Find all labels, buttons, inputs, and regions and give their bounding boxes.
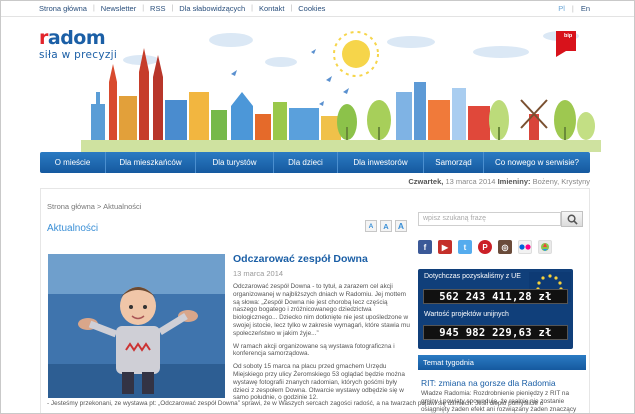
bip-label: bip (564, 33, 573, 39)
font-size-medium[interactable]: A (380, 220, 392, 232)
top-nav: Strona główna | Newsletter | RSS | Dla s… (39, 4, 326, 13)
lang-pl[interactable]: Pl (558, 4, 565, 13)
breadcrumb-current: Aktualności (103, 202, 142, 211)
top-utility-bar: Strona główna | Newsletter | RSS | Dla s… (1, 1, 634, 17)
topic-title[interactable]: RIT: zmiana na gorsze dla Radomia (421, 378, 556, 388)
nav-dla-inwestorow[interactable]: Dla inwestorów (338, 152, 424, 173)
search-input[interactable]: wpisz szukaną frazę (418, 212, 561, 226)
article-paragraph: W ramach akcji organizowane są wystawa f… (233, 342, 395, 358)
nav-dla-mieszkancow[interactable]: Dla mieszkańców (106, 152, 196, 173)
font-size-controls: A A A (365, 220, 407, 232)
site-header: radom siła w precyzji bip (1, 18, 634, 152)
bip-badge[interactable]: bip (556, 31, 576, 57)
article-title[interactable]: Odczarować zespół Downa (233, 253, 368, 265)
topnav-rss[interactable]: RSS (150, 4, 165, 13)
language-switch: Pl | En (558, 4, 590, 13)
topic-body: Władze Radomia: Rozdrobnienie pieniędzy … (421, 390, 577, 413)
topnav-cookies[interactable]: Cookies (298, 4, 325, 13)
date-day: Czwartek, (408, 177, 444, 186)
topic-of-week-header: Temat tygodnia (418, 355, 586, 370)
social-links: f ▶ t P ◎ (418, 240, 552, 254)
city-skyline-illustration (81, 31, 601, 152)
eu-label-projects: Wartość projektów unijnych (424, 311, 509, 318)
search-icon (567, 214, 578, 225)
article-body: Odczarować zespół Downa - to tytuł, a za… (233, 283, 411, 407)
article-paragraph: Odczarować zespół Downa - to tytuł, a za… (233, 283, 410, 337)
article-photo[interactable] (48, 254, 225, 398)
facebook-icon[interactable]: f (418, 240, 432, 254)
topnav-home[interactable]: Strona główna (39, 4, 87, 13)
date-value: 13 marca 2014 (445, 177, 496, 186)
twitter-icon[interactable]: t (458, 240, 472, 254)
picasa-icon[interactable] (538, 240, 552, 254)
section-title: Aktualności (47, 223, 99, 234)
article-paragraph: Od soboty 15 marca na placu przed gmache… (233, 363, 405, 402)
nav-co-nowego[interactable]: Co nowego w serwisie? (484, 152, 590, 173)
font-size-small[interactable]: A (365, 220, 377, 232)
date-bar: Czwartek, 13 marca 2014 Imieniny: Bożeny… (301, 177, 590, 186)
pinterest-icon[interactable]: P (478, 240, 492, 254)
eu-funds-widget[interactable]: Dotychczas pozyskaliśmy z UE 562 243 411… (418, 269, 573, 349)
content-panel: Strona główna > Aktualności Aktualności … (40, 188, 590, 413)
instagram-icon[interactable]: ◎ (498, 240, 512, 254)
nav-dla-turystow[interactable]: Dla turystów (196, 152, 274, 173)
font-size-large[interactable]: A (395, 220, 407, 232)
breadcrumb-home[interactable]: Strona główna (47, 202, 95, 211)
youtube-icon[interactable]: ▶ (438, 240, 452, 254)
topnav-newsletter[interactable]: Newsletter (101, 4, 136, 13)
logo-mark-r: r (39, 27, 48, 49)
main-navigation: O mieście Dla mieszkańców Dla turystów D… (40, 152, 590, 173)
eu-counter-projects: 945 982 229,63 zł (423, 325, 568, 340)
browser-page: Strona główna | Newsletter | RSS | Dla s… (0, 0, 635, 414)
nav-o-miescie[interactable]: O mieście (40, 152, 106, 173)
breadcrumb: Strona główna > Aktualności (47, 202, 142, 211)
windmill-icon (520, 99, 548, 140)
topnav-accessibility[interactable]: Dla słabowidzących (179, 4, 245, 13)
eu-label-obtained: Dotychczas pozyskaliśmy z UE (424, 273, 521, 280)
article-date: 13 marca 2014 (233, 269, 284, 278)
sun-icon (333, 31, 379, 77)
eu-counter-obtained: 562 243 411,28 zł (423, 289, 568, 304)
lang-en[interactable]: En (581, 4, 590, 13)
nameday-label: Imieniny: (497, 177, 531, 186)
topnav-contact[interactable]: Kontakt (259, 4, 284, 13)
search-button[interactable] (561, 211, 583, 227)
flickr-icon[interactable] (518, 240, 532, 254)
nav-dla-dzieci[interactable]: Dla dzieci (274, 152, 338, 173)
nav-samorzad[interactable]: Samorząd (424, 152, 484, 173)
nameday-value: Bożeny, Krystyny (532, 177, 590, 186)
